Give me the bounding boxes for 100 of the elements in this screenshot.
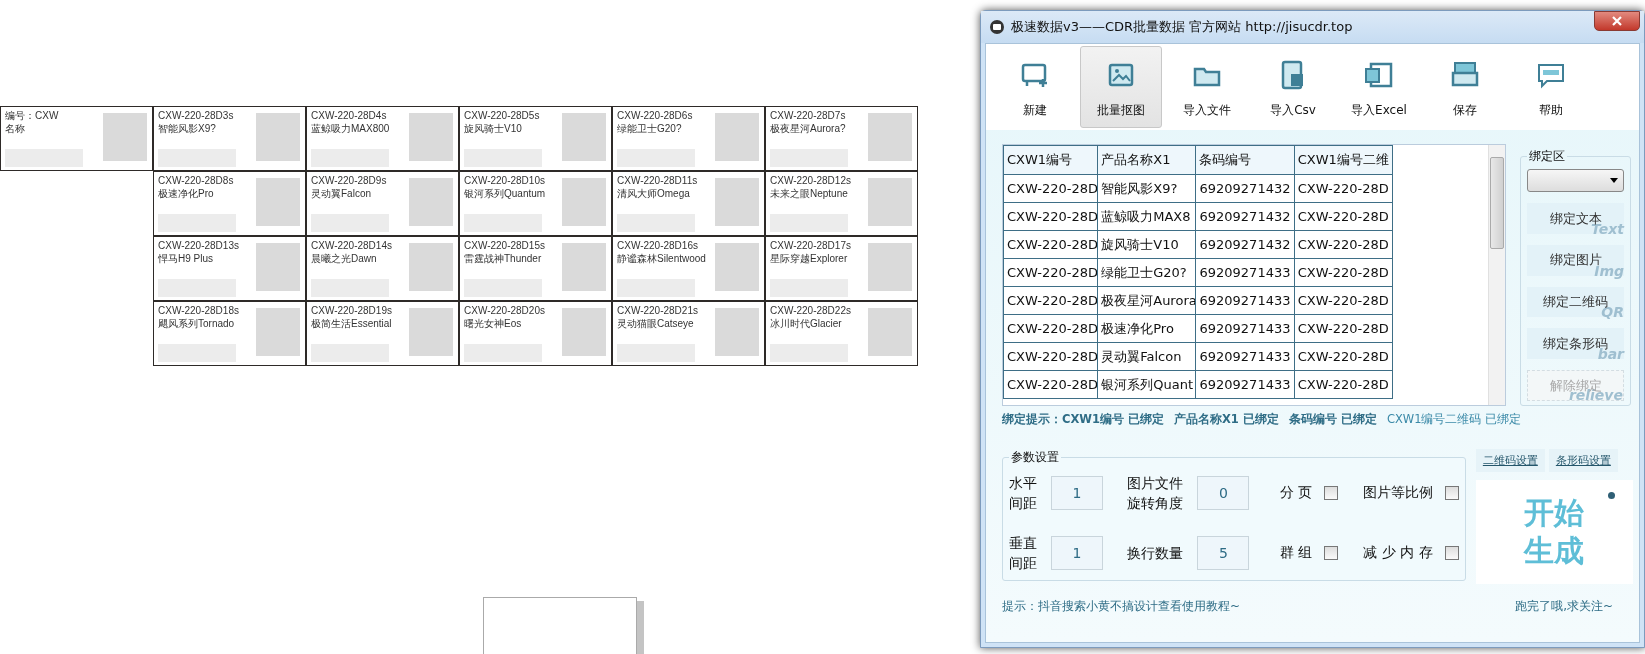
table-cell: 绿能卫士G20? bbox=[1097, 258, 1196, 287]
card-name: 极简生活Essential bbox=[311, 318, 393, 330]
card-code: CXW-220-28D15s bbox=[464, 240, 546, 252]
image-placeholder bbox=[256, 178, 300, 226]
toolbar-button[interactable]: 导入Csv bbox=[1252, 46, 1334, 128]
image-placeholder bbox=[409, 308, 453, 356]
table-cell: CXW-220-28D bbox=[1294, 314, 1393, 343]
number-field[interactable]: 1 bbox=[1051, 476, 1103, 510]
table-cell: 69209271433 bbox=[1196, 314, 1295, 343]
card-code: CXW-220-28D8s bbox=[158, 175, 235, 187]
table-cell: 银河系列Quant bbox=[1097, 370, 1196, 399]
field-label: 水平 间距 bbox=[1009, 474, 1037, 513]
number-field[interactable]: 5 bbox=[1197, 536, 1250, 570]
card-code: CXW-220-28D5s bbox=[464, 110, 541, 122]
card-name: 晨曦之光Dawn bbox=[311, 253, 378, 265]
card-code: CXW-220-28D12s bbox=[770, 175, 852, 187]
card-name: 灵动翼Falcon bbox=[311, 188, 372, 200]
close-icon bbox=[1612, 16, 1622, 26]
table-cell: CXW-220-28D bbox=[1294, 230, 1393, 259]
image-placeholder bbox=[409, 178, 453, 226]
image-placeholder bbox=[715, 243, 759, 291]
card-name: 灵动猫眼Catseye bbox=[617, 318, 695, 330]
scrollbar[interactable] bbox=[1488, 145, 1506, 405]
image-placeholder bbox=[256, 243, 300, 291]
image-placeholder bbox=[562, 178, 606, 226]
card-code: CXW-220-28D13s bbox=[158, 240, 240, 252]
image-placeholder bbox=[562, 243, 606, 291]
column-header[interactable]: 条码编号 bbox=[1196, 145, 1295, 175]
table-cell: CXW-220-28D bbox=[1294, 202, 1393, 231]
table-cell: 极速净化Pro bbox=[1097, 314, 1196, 343]
image-placeholder bbox=[868, 178, 912, 226]
toolbar-button[interactable]: 批量抠图 bbox=[1080, 46, 1162, 128]
card-name: 智能风影X9? bbox=[158, 123, 217, 135]
table-cell: 69209271433 bbox=[1196, 370, 1295, 399]
image-placeholder bbox=[409, 113, 453, 161]
dropdown[interactable] bbox=[1527, 169, 1624, 193]
table-cell: CXW-220-28D bbox=[1294, 286, 1393, 315]
number-field[interactable]: 0 bbox=[1197, 476, 1250, 510]
note-text: 跑完了哦,求关注~ bbox=[1515, 598, 1613, 615]
checkbox[interactable] bbox=[1324, 486, 1339, 500]
bind-button[interactable]: bar 绑定条形码 bbox=[1527, 328, 1624, 360]
settings-link[interactable]: 二维码设置 bbox=[1475, 449, 1545, 472]
card-name: 飓风系列Tornado bbox=[158, 318, 236, 330]
card-code: CXW-220-28D11s bbox=[617, 175, 699, 187]
card-code: CXW-220-28D19s bbox=[311, 305, 393, 317]
checkbox-label: 图片等比例 bbox=[1362, 484, 1433, 502]
bind-status: CXW1编号二维码 已绑定 bbox=[1386, 412, 1522, 427]
close-button[interactable] bbox=[1594, 11, 1640, 31]
toolbar-button[interactable]: 导入Excel bbox=[1338, 46, 1420, 128]
table-cell: 灵动翼Falcon bbox=[1097, 342, 1196, 371]
card-code: CXW-220-28D18s bbox=[158, 305, 240, 317]
table-cell: 69209271433 bbox=[1196, 286, 1295, 315]
table-cell: CXW-220-28D bbox=[1294, 342, 1393, 371]
toolbar-button[interactable]: 帮助 bbox=[1510, 46, 1592, 128]
table-cell: CXW-220-28D bbox=[1294, 174, 1393, 203]
table-cell: CXW-220-28D bbox=[1294, 370, 1393, 399]
card-code: CXW-220-28D22s bbox=[770, 305, 852, 317]
card-code: CXW-220-28D14s bbox=[311, 240, 393, 252]
bind-status: 绑定提示：CXW1编号 已绑定 bbox=[1002, 412, 1164, 427]
table-cell: CXW-220-28D bbox=[1294, 258, 1393, 287]
field-label: 换行数量 bbox=[1127, 544, 1184, 563]
card-name: 曙光女神Eos bbox=[464, 318, 523, 330]
field-label: 图片文件 旋转角度 bbox=[1127, 474, 1184, 513]
table-cell: 69209271433 bbox=[1196, 342, 1295, 371]
card-name: 雷霆战神Thunder bbox=[464, 253, 543, 265]
column-header[interactable]: CXW1编号 bbox=[1003, 145, 1098, 175]
checkbox[interactable] bbox=[1324, 546, 1339, 560]
table-cell: CXW-220-28D bbox=[1003, 202, 1098, 231]
table-cell: 69209271433 bbox=[1196, 258, 1295, 287]
checkbox[interactable] bbox=[1444, 486, 1459, 500]
card-code: CXW-220-28D7s bbox=[770, 110, 847, 122]
card-name: 星际穿越Explorer bbox=[770, 253, 849, 265]
panel-legend: 参数设置 bbox=[1009, 449, 1061, 466]
table-cell: CXW-220-28D bbox=[1003, 230, 1098, 259]
card-code: CXW-220-28D9s bbox=[311, 175, 388, 187]
table-cell: CXW-220-28D bbox=[1003, 258, 1098, 287]
image-placeholder bbox=[868, 308, 912, 356]
image-placeholder bbox=[715, 308, 759, 356]
column-header[interactable]: 产品名称X1 bbox=[1097, 145, 1196, 175]
column-header[interactable]: CXW1编号二维 bbox=[1294, 145, 1393, 175]
table-cell: CXW-220-28D bbox=[1003, 174, 1098, 203]
table-cell: 极夜星河Aurora bbox=[1097, 286, 1196, 315]
card-name: 银河系列Quantum bbox=[464, 188, 547, 200]
number-field[interactable]: 1 bbox=[1051, 536, 1103, 570]
tip-text: 提示：抖音搜索小黄不搞设计查看使用教程~ bbox=[1002, 598, 1241, 615]
checkbox-label: 减 少 内 存 bbox=[1363, 544, 1433, 562]
toolbar-button[interactable]: 导入文件 bbox=[1166, 46, 1248, 128]
card-code: CXW-220-28D3s bbox=[158, 110, 235, 122]
checkbox[interactable] bbox=[1444, 546, 1459, 560]
caret-icon bbox=[1610, 178, 1618, 184]
settings-link[interactable]: 条形码设置 bbox=[1548, 449, 1618, 472]
toolbar-button[interactable]: 新建 bbox=[994, 46, 1076, 128]
image-placeholder bbox=[715, 178, 759, 226]
card-name: 未来之眼Neptune bbox=[770, 188, 849, 200]
table-cell: 智能风影X9? bbox=[1097, 174, 1196, 203]
checkbox-label: 群 组 bbox=[1280, 544, 1313, 562]
card-code: CXW-220-28D20s bbox=[464, 305, 546, 317]
panel-legend: 绑定区 bbox=[1527, 148, 1568, 165]
table-cell: 蓝鲸吸力MAX8 bbox=[1097, 202, 1196, 231]
toolbar-button[interactable]: 保存 bbox=[1424, 46, 1506, 128]
